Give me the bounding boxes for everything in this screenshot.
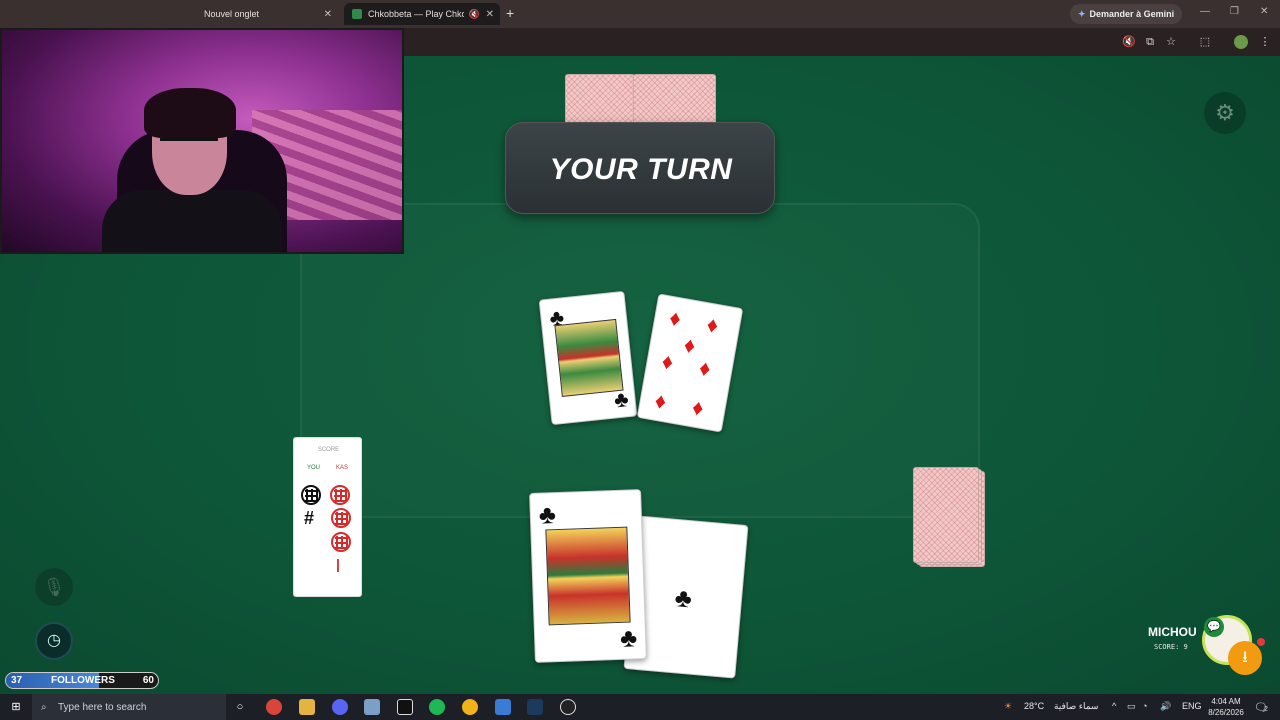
queen-face-art — [554, 318, 624, 397]
mute-site-icon[interactable]: 🔇 — [1122, 35, 1136, 49]
ask-gemini-button[interactable]: ✦ Demander à Gemini — [1070, 4, 1183, 24]
diamond-pip-icon: ♦ — [682, 331, 698, 359]
player-score: SCORE: 9 — [1154, 643, 1188, 651]
volume-icon[interactable]: 🔊 — [1160, 701, 1171, 712]
score-column-opponent: KAS — [336, 465, 349, 471]
score-tally-circle-kas — [331, 508, 351, 528]
tab-label: Nouvel onglet — [204, 9, 260, 19]
close-window-button[interactable]: ✕ — [1260, 6, 1268, 17]
score-tally-circle-kas — [330, 485, 350, 505]
capcut-icon[interactable] — [397, 699, 413, 715]
clock-icon: ◷ — [47, 632, 61, 649]
spotify-icon[interactable] — [429, 699, 445, 715]
player-name: MICHOU — [1148, 625, 1197, 639]
king-face-art — [545, 526, 631, 626]
network-icon[interactable]: ▭ — [1127, 701, 1136, 712]
store-icon[interactable] — [495, 699, 511, 715]
opponent-card-back — [565, 74, 635, 126]
profile-avatar-icon[interactable] — [1234, 35, 1248, 49]
language-indicator[interactable]: ENG — [1182, 701, 1202, 711]
webcam-person-hair — [144, 88, 236, 138]
turn-banner-text: YOUR TURN — [549, 153, 733, 186]
browser-tab-bar: Nouvel onglet ✕ Chkobbeta — Play Chkobb … — [0, 0, 1280, 28]
notifications-count: 2 — [1264, 706, 1268, 713]
tab-new-tab[interactable]: Nouvel onglet ✕ — [196, 3, 338, 25]
weather-description: سماء صافية — [1054, 701, 1099, 711]
chkobbeta-favicon-icon — [352, 9, 362, 19]
score-card: SCORE YOU KAS # | — [293, 437, 362, 597]
score-tally-kas: | — [336, 556, 340, 572]
weather-icon: ☀ — [1004, 701, 1013, 711]
wifi-icon[interactable]: ◔ — [1142, 701, 1147, 711]
diamond-pip-icon: ♦ — [690, 394, 706, 421]
score-tally-you: # — [304, 508, 315, 528]
windows-start-icon[interactable]: ⊞ — [8, 699, 24, 715]
taskbar-time: 4:04 AM — [1211, 697, 1241, 706]
webcam-person-glasses — [160, 138, 218, 152]
club-suit-icon: ♣ — [673, 582, 694, 614]
download-button[interactable]: ⭳ — [1228, 641, 1262, 675]
gear-icon: ⚙ — [1215, 100, 1235, 125]
cortana-icon[interactable]: ○ — [232, 699, 248, 715]
bookmark-star-icon[interactable]: ☆ — [1164, 35, 1178, 49]
gemini-label: Demander à Gemini — [1089, 9, 1175, 19]
score-tally-circle-you — [301, 485, 321, 505]
score-tally-circle-kas — [331, 532, 351, 552]
draw-pile-top[interactable] — [913, 467, 979, 563]
followers-goal: 60 — [142, 675, 154, 686]
webcam-person-body — [102, 190, 282, 252]
browser-menu-icon[interactable]: ⋮ — [1258, 35, 1272, 49]
new-tab-button[interactable]: + — [506, 5, 514, 21]
search-placeholder: Type here to search — [58, 701, 147, 713]
cast-icon[interactable]: ⧉ — [1143, 35, 1157, 49]
taskbar-search[interactable]: ⌕ Type here to search — [32, 694, 226, 720]
extensions-icon[interactable]: ⬚ — [1198, 35, 1212, 49]
download-icon: ⭳ — [1242, 649, 1248, 666]
diamond-pip-icon: ♦ — [659, 348, 676, 375]
diamond-pip-icon: ♦ — [667, 304, 683, 332]
taskbar-clock[interactable]: 4:04 AM 8/26/2026 — [1200, 696, 1252, 718]
close-tab-icon[interactable]: ✕ — [324, 9, 332, 20]
close-tab-icon[interactable]: ✕ — [486, 9, 494, 20]
file-explorer-icon[interactable] — [299, 699, 315, 715]
gemini-icon: ✦ — [1078, 8, 1086, 19]
chrome-icon[interactable] — [266, 699, 282, 715]
webcam-overlay — [0, 28, 404, 254]
discord-icon[interactable] — [332, 699, 348, 715]
score-column-you: YOU — [307, 465, 321, 471]
notification-dot — [1257, 638, 1265, 646]
followers-goal-bar: 37 FOLLOWERS 60 — [5, 672, 159, 689]
club-suit-icon: ♣ — [538, 499, 557, 530]
opponent-card-back — [633, 74, 716, 126]
minimize-button[interactable]: — — [1200, 6, 1210, 17]
mute-tab-icon[interactable]: 🔇 — [469, 9, 480, 20]
chrome-icon[interactable] — [462, 699, 478, 715]
table-card-queen-clubs[interactable]: ♣ ♣ — [538, 290, 638, 426]
obs-icon[interactable] — [560, 699, 576, 715]
followers-label: FOLLOWERS — [51, 675, 115, 686]
chat-bubble-icon[interactable]: 💬 — [1204, 617, 1224, 637]
restore-button[interactable]: ❐ — [1230, 6, 1239, 17]
tab-label: Chkobbeta — Play Chkobb — [368, 9, 464, 19]
club-suit-icon: ♣ — [612, 386, 630, 413]
diamond-pip-icon: ♦ — [704, 311, 721, 339]
weather-temperature[interactable]: 28°C — [1024, 701, 1044, 711]
taskbar-date: 8/26/2026 — [1208, 708, 1244, 717]
diamond-pip-icon: ♦ — [697, 354, 713, 382]
keyboard-icon[interactable] — [364, 699, 380, 715]
score-card-title: SCORE — [317, 447, 340, 453]
hand-card-king-clubs[interactable]: ♣ ♣ — [529, 489, 647, 663]
mic-muted-button[interactable]: 🎙 — [35, 568, 73, 606]
search-icon: ⌕ — [41, 701, 47, 713]
mic-off-icon: 🎙 — [42, 577, 66, 597]
turn-banner: YOUR TURN — [505, 122, 775, 214]
tray-chevron-icon[interactable]: ^ — [1112, 701, 1116, 711]
tab-chkobbeta[interactable]: Chkobbeta — Play Chkobb 🔇 ✕ — [344, 3, 500, 25]
timer-button[interactable]: ◷ — [35, 622, 73, 660]
club-suit-icon: ♣ — [619, 622, 638, 653]
followers-count: 37 — [11, 675, 23, 686]
settings-button[interactable]: ⚙ — [1204, 92, 1246, 134]
steam-icon[interactable] — [527, 699, 543, 715]
diamond-pip-icon: ♦ — [652, 387, 669, 415]
